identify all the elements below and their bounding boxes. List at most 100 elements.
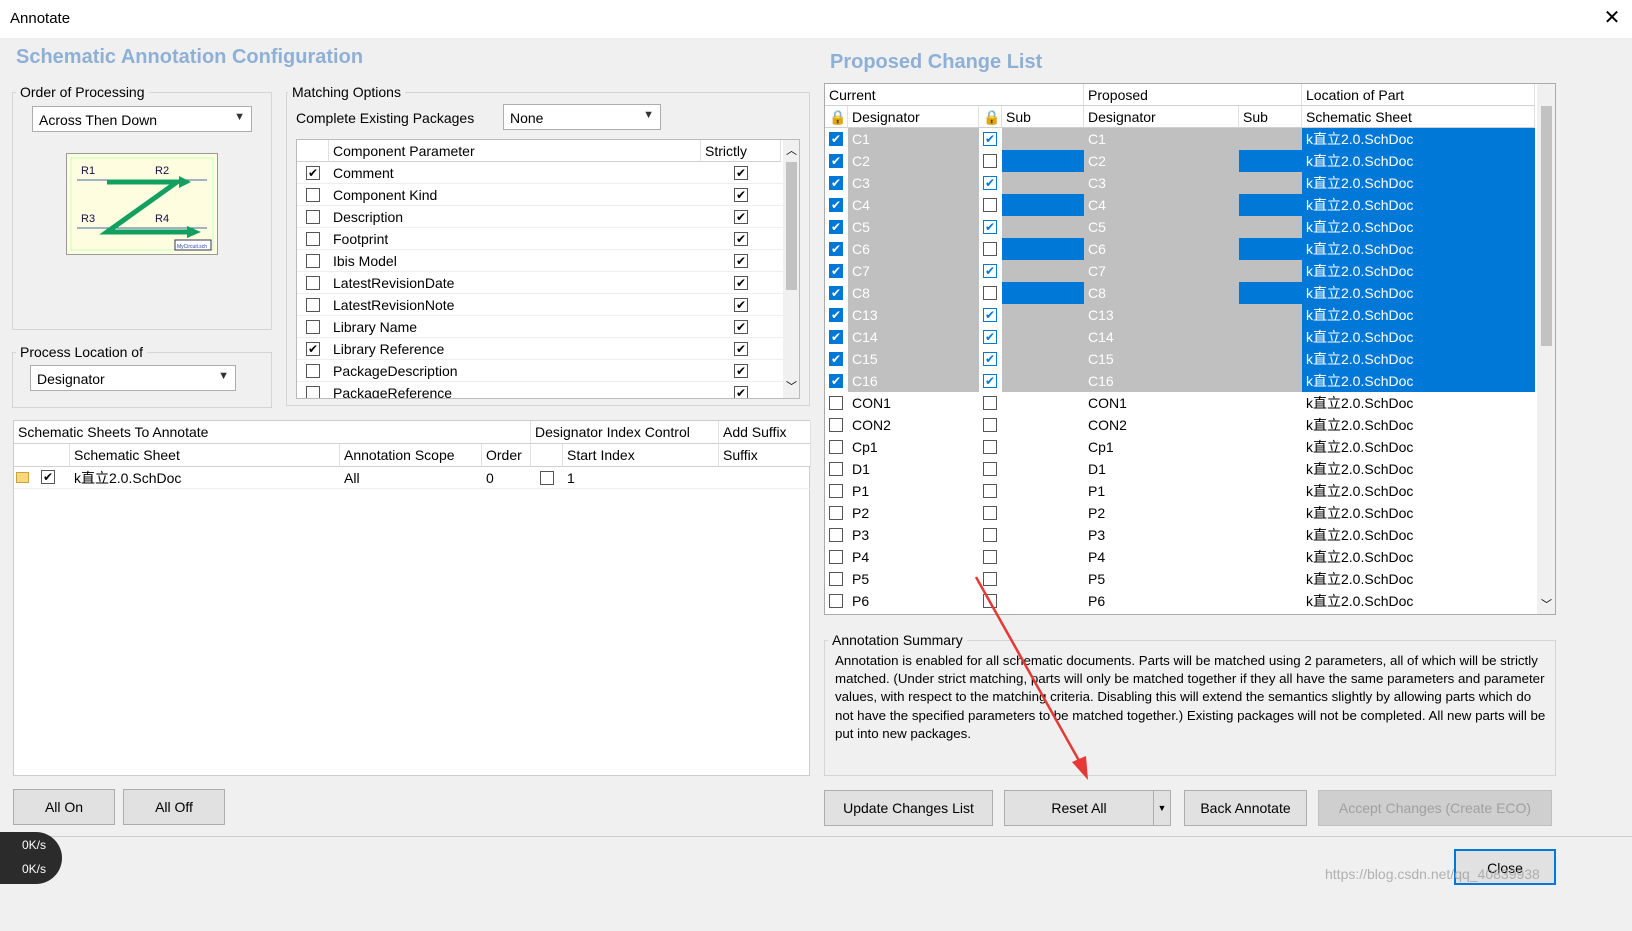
all-off-button[interactable]: All Off xyxy=(123,789,225,825)
change-row[interactable]: D1 D1 k直立2.0.SchDoc xyxy=(825,458,1535,480)
param-enable-checkbox[interactable] xyxy=(306,188,320,202)
change-scrollbar[interactable]: ﹀ xyxy=(1537,84,1555,614)
reset-all-button[interactable]: Reset All xyxy=(1004,790,1154,826)
param-enable-checkbox[interactable] xyxy=(306,166,320,180)
current-include-checkbox[interactable] xyxy=(829,462,843,476)
param-strict-checkbox[interactable] xyxy=(734,210,748,224)
change-row[interactable]: C1 C1 k直立2.0.SchDoc xyxy=(825,128,1535,150)
index-checkbox[interactable] xyxy=(540,471,554,485)
param-row[interactable]: Ibis Model xyxy=(297,250,783,272)
change-row[interactable]: C6 C6 k直立2.0.SchDoc xyxy=(825,238,1535,260)
sheet-order[interactable]: 0 xyxy=(482,467,494,489)
param-strict-checkbox[interactable] xyxy=(734,166,748,180)
param-row[interactable]: Library Reference xyxy=(297,338,783,360)
param-scroll-thumb[interactable] xyxy=(786,162,797,290)
current-include-checkbox[interactable] xyxy=(829,242,843,256)
sub-checkbox[interactable] xyxy=(983,550,997,564)
param-enable-checkbox[interactable] xyxy=(306,254,320,268)
change-row[interactable]: C7 C7 k直立2.0.SchDoc xyxy=(825,260,1535,282)
param-strict-checkbox[interactable] xyxy=(734,320,748,334)
current-include-checkbox[interactable] xyxy=(829,264,843,278)
current-include-checkbox[interactable] xyxy=(829,132,843,146)
sheet-col-start[interactable]: Start Index xyxy=(563,444,719,467)
change-row[interactable]: C4 C4 k直立2.0.SchDoc xyxy=(825,194,1535,216)
sub-checkbox[interactable] xyxy=(983,308,997,322)
change-row[interactable]: Cp1 Cp1 k直立2.0.SchDoc xyxy=(825,436,1535,458)
col-prop-designator[interactable]: Designator xyxy=(1084,106,1239,128)
param-row[interactable]: Library Name xyxy=(297,316,783,338)
change-row[interactable]: P4 P4 k直立2.0.SchDoc xyxy=(825,546,1535,568)
sub-checkbox[interactable] xyxy=(983,264,997,278)
param-strict-checkbox[interactable] xyxy=(734,386,748,398)
param-enable-checkbox[interactable] xyxy=(306,386,320,398)
current-include-checkbox[interactable] xyxy=(829,220,843,234)
reset-dropdown-icon[interactable]: ▼ xyxy=(1153,790,1171,826)
param-row[interactable]: Comment xyxy=(297,162,783,184)
param-strict-checkbox[interactable] xyxy=(734,298,748,312)
back-annotate-button[interactable]: Back Annotate xyxy=(1184,790,1307,826)
sub-checkbox[interactable] xyxy=(983,352,997,366)
chevron-down-icon[interactable]: ﹀ xyxy=(786,378,797,394)
sub-checkbox[interactable] xyxy=(983,330,997,344)
change-row[interactable]: C8 C8 k直立2.0.SchDoc xyxy=(825,282,1535,304)
change-row[interactable]: P2 P2 k直立2.0.SchDoc xyxy=(825,502,1535,524)
param-row[interactable]: LatestRevisionDate xyxy=(297,272,783,294)
param-row[interactable]: PackageDescription xyxy=(297,360,783,382)
update-changes-button[interactable]: Update Changes List xyxy=(824,790,993,826)
change-row[interactable]: C15 C15 k直立2.0.SchDoc xyxy=(825,348,1535,370)
param-strict-checkbox[interactable] xyxy=(734,254,748,268)
current-include-checkbox[interactable] xyxy=(829,440,843,454)
col-cur-sub[interactable]: Sub xyxy=(1002,106,1084,128)
param-row[interactable]: Component Kind xyxy=(297,184,783,206)
param-strict-checkbox[interactable] xyxy=(734,342,748,356)
sub-checkbox[interactable] xyxy=(983,176,997,190)
param-scrollbar[interactable]: ︿ ﹀ xyxy=(783,140,799,398)
sheet-col-suffix[interactable]: Suffix xyxy=(719,444,811,467)
col-schematic-sheet[interactable]: Schematic Sheet xyxy=(1302,106,1535,128)
param-enable-checkbox[interactable] xyxy=(306,342,320,356)
current-include-checkbox[interactable] xyxy=(829,352,843,366)
sub-checkbox[interactable] xyxy=(983,132,997,146)
param-enable-checkbox[interactable] xyxy=(306,210,320,224)
sub-checkbox[interactable] xyxy=(983,440,997,454)
change-scroll-thumb[interactable] xyxy=(1541,106,1552,346)
all-on-button[interactable]: All On xyxy=(13,789,115,825)
current-include-checkbox[interactable] xyxy=(829,176,843,190)
sheet-col-scope[interactable]: Annotation Scope xyxy=(340,444,482,467)
sub-checkbox[interactable] xyxy=(983,220,997,234)
sub-checkbox[interactable] xyxy=(983,572,997,586)
sheet-col-sheet[interactable]: Schematic Sheet xyxy=(70,444,340,467)
param-header-strictly[interactable]: Strictly xyxy=(701,140,781,162)
param-row[interactable]: Description xyxy=(297,206,783,228)
sub-checkbox[interactable] xyxy=(983,396,997,410)
sub-checkbox[interactable] xyxy=(983,528,997,542)
param-enable-checkbox[interactable] xyxy=(306,276,320,290)
sheet-start-index[interactable]: 1 xyxy=(563,467,575,489)
complete-dropdown[interactable]: None ▼ xyxy=(503,104,661,130)
change-row[interactable]: C2 C2 k直立2.0.SchDoc xyxy=(825,150,1535,172)
current-include-checkbox[interactable] xyxy=(829,396,843,410)
current-include-checkbox[interactable] xyxy=(829,154,843,168)
change-row[interactable]: C14 C14 k直立2.0.SchDoc xyxy=(825,326,1535,348)
sub-checkbox[interactable] xyxy=(983,374,997,388)
current-include-checkbox[interactable] xyxy=(829,506,843,520)
change-row[interactable]: CON2 CON2 k直立2.0.SchDoc xyxy=(825,414,1535,436)
col-cur-designator[interactable]: Designator xyxy=(848,106,979,128)
param-row[interactable]: LatestRevisionNote xyxy=(297,294,783,316)
param-enable-checkbox[interactable] xyxy=(306,298,320,312)
sub-checkbox[interactable] xyxy=(983,484,997,498)
change-row[interactable]: C16 C16 k直立2.0.SchDoc xyxy=(825,370,1535,392)
change-row[interactable]: C3 C3 k直立2.0.SchDoc xyxy=(825,172,1535,194)
param-enable-checkbox[interactable] xyxy=(306,364,320,378)
param-enable-checkbox[interactable] xyxy=(306,320,320,334)
change-row[interactable]: P5 P5 k直立2.0.SchDoc xyxy=(825,568,1535,590)
current-include-checkbox[interactable] xyxy=(829,572,843,586)
current-include-checkbox[interactable] xyxy=(829,550,843,564)
current-include-checkbox[interactable] xyxy=(829,418,843,432)
sub-checkbox[interactable] xyxy=(983,154,997,168)
param-row[interactable]: PackageReference xyxy=(297,382,783,398)
current-include-checkbox[interactable] xyxy=(829,594,843,608)
param-strict-checkbox[interactable] xyxy=(734,276,748,290)
param-header-name[interactable]: Component Parameter xyxy=(329,140,701,162)
param-enable-checkbox[interactable] xyxy=(306,232,320,246)
